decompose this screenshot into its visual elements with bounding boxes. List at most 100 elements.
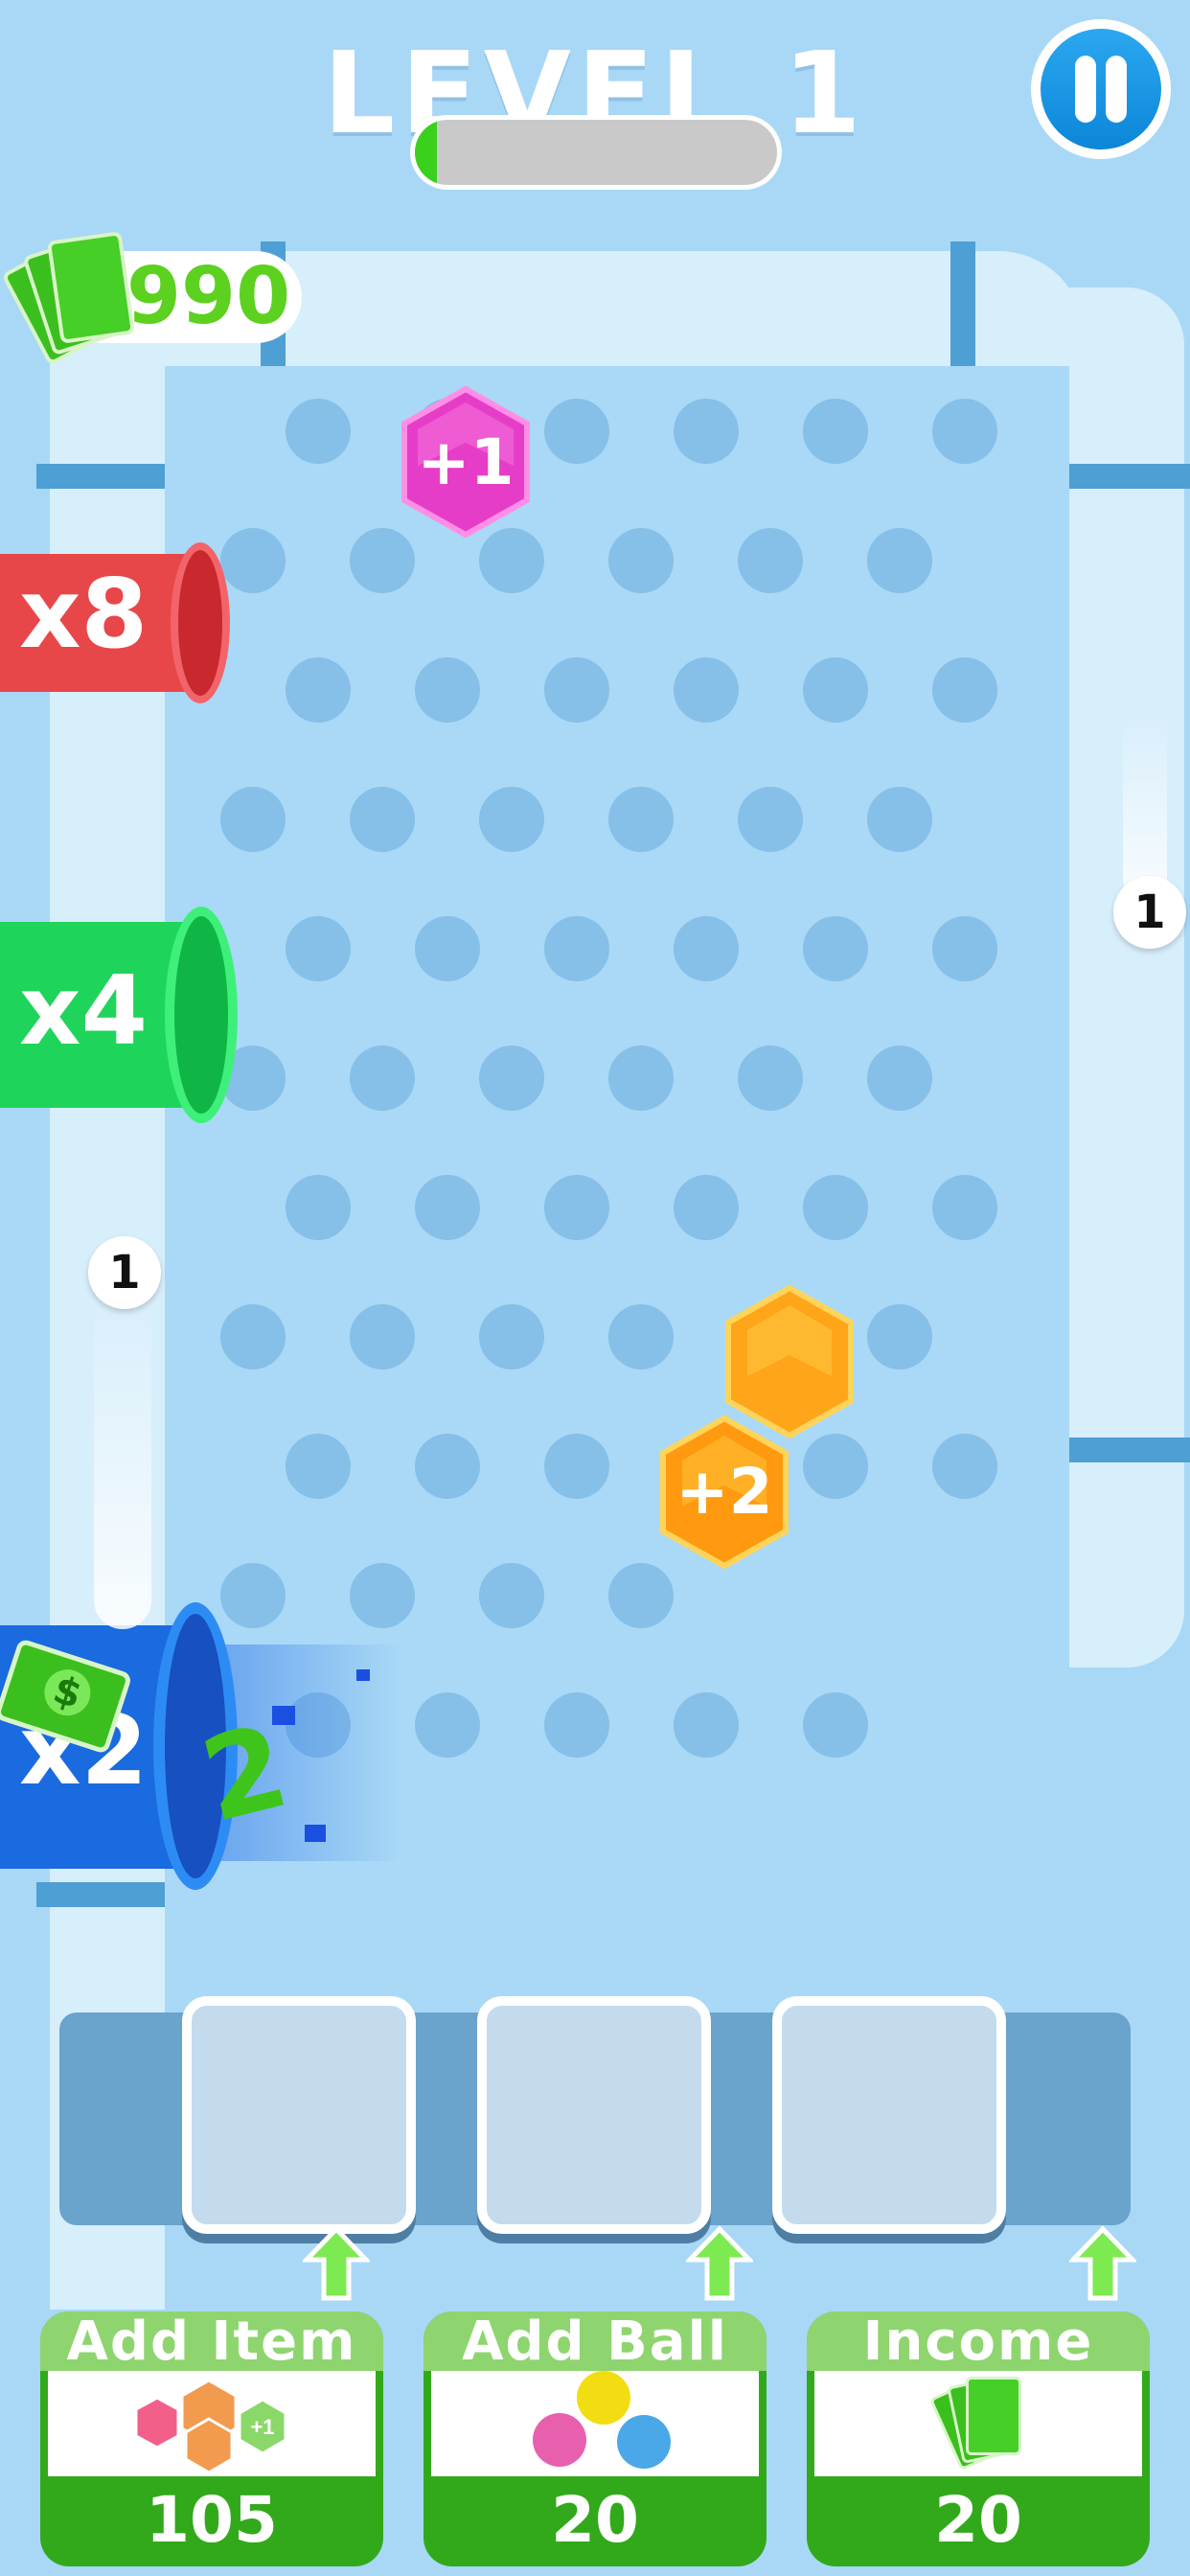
peg xyxy=(479,787,544,852)
pause-bar xyxy=(1075,56,1096,123)
multiplier-x2-cannon: x2 $ 2 xyxy=(0,1602,402,1890)
peg xyxy=(608,528,674,593)
peg xyxy=(803,916,868,981)
peg xyxy=(286,657,351,723)
shop-button-icon-area: +1 xyxy=(48,2371,376,2476)
shop-button-icon-area xyxy=(431,2371,759,2476)
peg xyxy=(415,1434,480,1499)
particle xyxy=(272,1706,295,1725)
peg xyxy=(220,787,286,852)
peg xyxy=(932,916,997,981)
pause-icon xyxy=(1041,29,1161,150)
yellow-ball xyxy=(577,2371,630,2425)
peg xyxy=(674,916,739,981)
pause-button[interactable] xyxy=(1031,19,1171,159)
cannon-mouth xyxy=(171,542,230,703)
peg xyxy=(286,916,351,981)
peg xyxy=(479,1563,544,1628)
hex-item-label: +2 xyxy=(675,1455,773,1529)
particle xyxy=(356,1669,370,1681)
game-ball: 1 xyxy=(88,1236,161,1309)
level-progress-fill xyxy=(415,120,437,185)
peg xyxy=(608,1563,674,1628)
peg xyxy=(220,528,286,593)
upgrade-arrow-icon xyxy=(1069,2225,1136,2301)
svg-text:+1: +1 xyxy=(250,2415,274,2439)
item-slot[interactable] xyxy=(477,1996,711,2234)
peg xyxy=(932,1434,997,1499)
peg xyxy=(350,1046,415,1111)
multiplier-label: x8 xyxy=(19,558,149,670)
shop-button-title: Add Item xyxy=(40,2312,383,2373)
shop-button-icon-area xyxy=(814,2371,1142,2476)
peg xyxy=(415,916,480,981)
peg xyxy=(803,1175,868,1240)
hex-item-plus2[interactable]: +2 xyxy=(659,1414,790,1570)
add-item-button[interactable]: Add Item +1 105 xyxy=(40,2312,383,2566)
peg xyxy=(415,657,480,723)
peg xyxy=(803,1692,868,1758)
shop-button-title: Add Ball xyxy=(423,2312,767,2373)
peg xyxy=(286,1434,351,1499)
level-progress-bar xyxy=(410,115,782,190)
colored-balls-icon xyxy=(533,2371,676,2476)
shop-button-price: 20 xyxy=(551,2483,639,2557)
bill xyxy=(966,2377,1021,2455)
peg xyxy=(867,1046,932,1111)
peg xyxy=(674,1692,739,1758)
income-button[interactable]: Income 20 xyxy=(807,2312,1150,2566)
blue-ball xyxy=(617,2415,671,2469)
peg xyxy=(415,1175,480,1240)
peg xyxy=(415,1692,480,1758)
upgrade-arrow-icon xyxy=(303,2225,370,2301)
shop-button-price: 105 xyxy=(146,2483,278,2557)
hex-item-plus1[interactable]: +1 xyxy=(400,385,531,539)
hex-item-label: +1 xyxy=(417,426,515,499)
item-slot[interactable] xyxy=(182,1996,416,2234)
peg xyxy=(479,1046,544,1111)
peg xyxy=(544,1434,609,1499)
multiplier-x4-cannon: x4 xyxy=(0,907,238,1123)
peg xyxy=(932,657,997,723)
peg xyxy=(803,657,868,723)
peg xyxy=(608,1046,674,1111)
cash-stack-icon xyxy=(1,230,136,366)
peg xyxy=(803,399,868,464)
shop-button-title: Income xyxy=(807,2312,1150,2373)
peg xyxy=(738,528,803,593)
peg xyxy=(738,1046,803,1111)
peg xyxy=(932,1175,997,1240)
add-ball-button[interactable]: Add Ball 20 xyxy=(423,2312,767,2566)
peg xyxy=(479,1304,544,1369)
wallet-amount: 990 xyxy=(126,251,291,342)
particle xyxy=(305,1825,326,1842)
peg xyxy=(544,1175,609,1240)
pause-bar xyxy=(1106,56,1127,123)
peg xyxy=(608,787,674,852)
peg xyxy=(674,1175,739,1240)
peg xyxy=(932,399,997,464)
peg xyxy=(803,1434,868,1499)
game-ball: 1 xyxy=(1113,876,1186,949)
ball-trail xyxy=(94,1284,151,1629)
ball-trail xyxy=(1123,709,1167,901)
multiplier-label: x4 xyxy=(19,954,149,1067)
hexagon-items-icon: +1 xyxy=(134,2379,287,2474)
peg xyxy=(867,1304,932,1369)
pink-ball xyxy=(533,2413,586,2467)
bill xyxy=(46,231,136,344)
multiplier-x8-cannon: x8 xyxy=(0,542,230,703)
peg xyxy=(544,916,609,981)
shop-button-price: 20 xyxy=(934,2483,1022,2557)
peg xyxy=(544,657,609,723)
peg xyxy=(867,528,932,593)
dollar-sign: $ xyxy=(38,1663,97,1722)
peg xyxy=(286,399,351,464)
peg xyxy=(544,399,609,464)
upgrade-arrow-icon xyxy=(686,2225,753,2301)
cash-stack-icon xyxy=(928,2373,1031,2474)
peg xyxy=(220,1304,286,1369)
peg xyxy=(674,657,739,723)
peg xyxy=(738,787,803,852)
item-slot[interactable] xyxy=(772,1996,1006,2234)
